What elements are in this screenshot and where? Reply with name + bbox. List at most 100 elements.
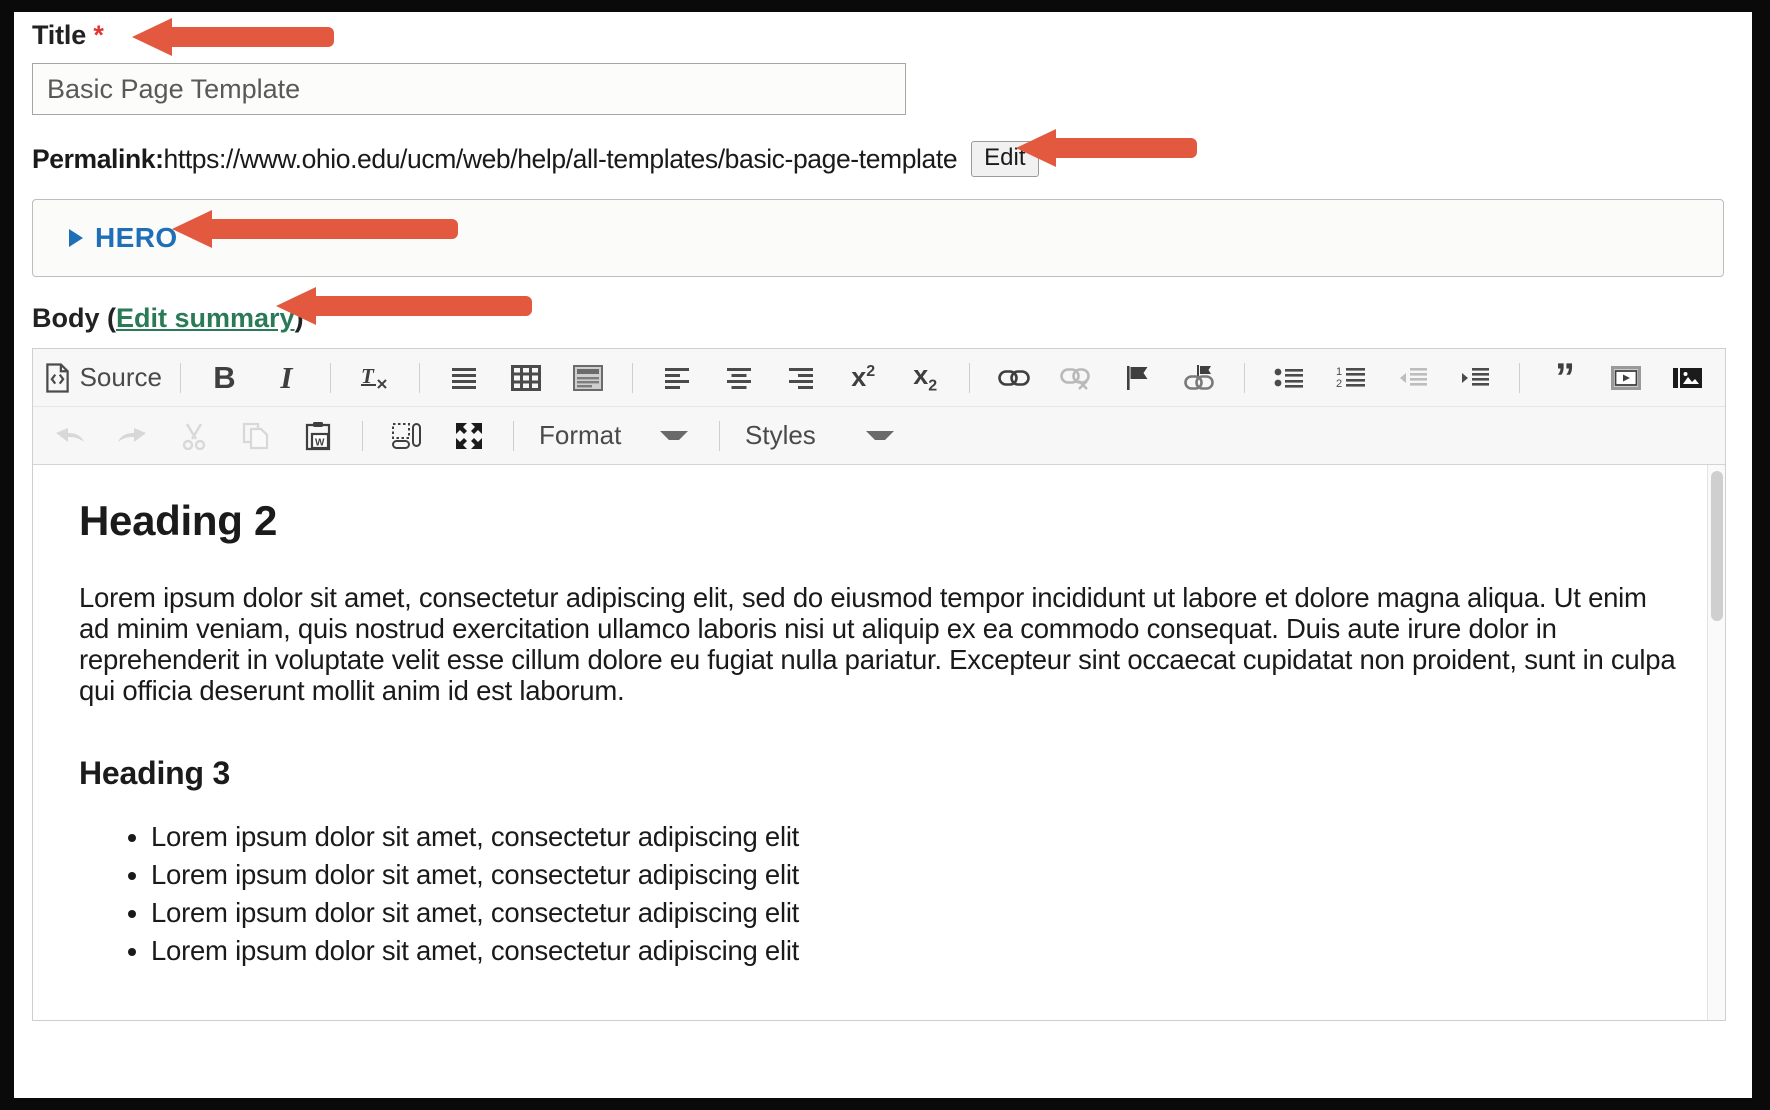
- subscript-button[interactable]: x2: [897, 356, 953, 400]
- source-button[interactable]: Source: [42, 356, 164, 400]
- video-embed-icon: [1610, 365, 1642, 391]
- justify-icon: [450, 365, 478, 391]
- format-dropdown-label: Format: [539, 420, 622, 451]
- permalink-edit-button[interactable]: Edit: [971, 141, 1039, 178]
- anchor-flag-button[interactable]: [1110, 356, 1166, 400]
- unlink-icon: [1060, 366, 1092, 390]
- list-item: Lorem ipsum dolor sit amet, consectetur …: [151, 859, 1679, 890]
- title-input[interactable]: [32, 63, 906, 115]
- video-embed-button[interactable]: [1598, 356, 1654, 400]
- outdent-button[interactable]: [1385, 356, 1441, 400]
- list-item: Lorem ipsum dolor sit amet, consectetur …: [151, 936, 1679, 967]
- indent-icon: [1460, 366, 1490, 390]
- show-blocks-icon: [392, 422, 422, 450]
- align-left-icon: [663, 365, 691, 391]
- blockquote-button[interactable]: ”: [1536, 356, 1592, 400]
- toolbar-separator: [179, 362, 181, 393]
- remove-format-button[interactable]: T: [347, 356, 403, 400]
- bold-icon: B: [213, 360, 236, 396]
- subscript-icon: x2: [913, 359, 938, 395]
- title-label-text: Title: [32, 20, 87, 50]
- toolbar-separator: [513, 420, 514, 451]
- styles-dropdown-label: Styles: [745, 420, 816, 451]
- italic-button[interactable]: I: [258, 356, 314, 400]
- cut-button[interactable]: [166, 414, 222, 458]
- show-blocks-button[interactable]: [379, 414, 435, 458]
- permalink-url: https://www.ohio.edu/ucm/web/help/all-te…: [163, 143, 958, 174]
- styles-dropdown[interactable]: Styles: [735, 414, 910, 458]
- align-right-button[interactable]: [773, 356, 829, 400]
- hero-details-label: HERO: [95, 222, 178, 254]
- anchor-flag-icon: [1125, 364, 1151, 392]
- permalink-row: Permalink: https://www.ohio.edu/ucm/web/h…: [32, 141, 1742, 178]
- list-item: Lorem ipsum dolor sit amet, consectetur …: [151, 897, 1679, 928]
- paste-from-word-button[interactable]: W: [290, 414, 346, 458]
- undo-icon: [54, 424, 86, 448]
- toolbar-separator: [1244, 362, 1246, 393]
- paste-from-word-icon: W: [304, 421, 332, 451]
- maximize-button[interactable]: [441, 414, 497, 458]
- bulleted-list-button[interactable]: [1261, 356, 1317, 400]
- copy-button[interactable]: [228, 414, 284, 458]
- blockquote-icon: ”: [1554, 355, 1575, 400]
- templates-button[interactable]: [560, 356, 616, 400]
- body-label-suffix: ): [294, 303, 304, 334]
- chevron-down-icon: [866, 431, 894, 441]
- hero-details[interactable]: HERO: [32, 199, 1724, 278]
- body-label-prefix: Body (: [32, 303, 116, 334]
- editor-scrollbar[interactable]: [1707, 465, 1725, 1021]
- toolbar-separator: [419, 362, 421, 393]
- link-button[interactable]: [986, 356, 1042, 400]
- toolbar-separator: [719, 420, 720, 451]
- editor-scrollbar-thumb[interactable]: [1711, 471, 1723, 622]
- svg-text:1: 1: [1336, 366, 1342, 378]
- numbered-list-icon: 12: [1336, 366, 1366, 390]
- italic-icon: I: [280, 360, 293, 396]
- content-heading-2: Heading 2: [79, 497, 278, 545]
- form-body: Title * Permalink:https://www.ohio.edu/u…: [32, 20, 1742, 1022]
- bold-button[interactable]: B: [196, 356, 252, 400]
- undo-button[interactable]: [42, 414, 98, 458]
- toolbar-separator: [330, 362, 332, 393]
- toolbar-row-1: Source B I T x2 x2 1 2 ”: [33, 349, 1725, 408]
- cut-icon: [180, 422, 208, 450]
- justify-button[interactable]: [436, 356, 492, 400]
- outdent-icon: [1398, 366, 1428, 390]
- hero-details-summary[interactable]: HERO: [33, 222, 178, 254]
- content-paragraph: Lorem ipsum dolor sit amet, consectetur …: [79, 582, 1676, 706]
- list-item: Lorem ipsum dolor sit amet, consectetur …: [151, 821, 1679, 852]
- ckeditor-toolbar: Source B I T x2 x2 1 2 ” W Format Styles: [33, 349, 1725, 466]
- superscript-icon: x2: [851, 362, 876, 393]
- image-gallery-button[interactable]: [1660, 356, 1716, 400]
- ckeditor: Source B I T x2 x2 1 2 ” W Format Styles…: [32, 348, 1726, 1022]
- redo-button[interactable]: [104, 414, 160, 458]
- anchor-link-button[interactable]: [1172, 356, 1228, 400]
- content-bullet-list: Lorem ipsum dolor sit amet, consectetur …: [79, 821, 1679, 967]
- body-label: Body (Edit summary): [32, 303, 1742, 334]
- indent-button[interactable]: [1447, 356, 1503, 400]
- align-left-button[interactable]: [649, 356, 705, 400]
- table-button[interactable]: [498, 356, 554, 400]
- superscript-button[interactable]: x2: [835, 356, 891, 400]
- templates-icon: [573, 364, 604, 391]
- toolbar-row-2: W Format Styles: [33, 407, 1725, 464]
- toolbar-separator: [362, 420, 363, 451]
- svg-text:W: W: [315, 437, 325, 448]
- content-inner: Heading 2 Lorem ipsum dolor sit amet, co…: [33, 497, 1725, 966]
- screenshot-canvas: Title * Permalink:https://www.ohio.edu/u…: [0, 0, 1770, 1110]
- format-dropdown[interactable]: Format: [529, 414, 704, 458]
- edit-summary-link[interactable]: Edit summary: [116, 303, 295, 333]
- toolbar-separator: [1519, 362, 1520, 393]
- source-icon: [44, 363, 71, 393]
- anchor-link-icon: [1184, 364, 1216, 392]
- remove-format-icon: T: [360, 364, 390, 392]
- source-button-label: Source: [79, 362, 162, 393]
- chevron-down-icon: [660, 431, 688, 441]
- bulleted-list-icon: [1274, 366, 1304, 390]
- align-center-button[interactable]: [711, 356, 767, 400]
- chevron-right-icon: [69, 229, 83, 248]
- title-label: Title *: [32, 20, 1742, 51]
- numbered-list-button[interactable]: 12: [1323, 356, 1379, 400]
- ckeditor-content-area[interactable]: Heading 2 Lorem ipsum dolor sit amet, co…: [33, 465, 1725, 1021]
- unlink-button[interactable]: [1048, 356, 1104, 400]
